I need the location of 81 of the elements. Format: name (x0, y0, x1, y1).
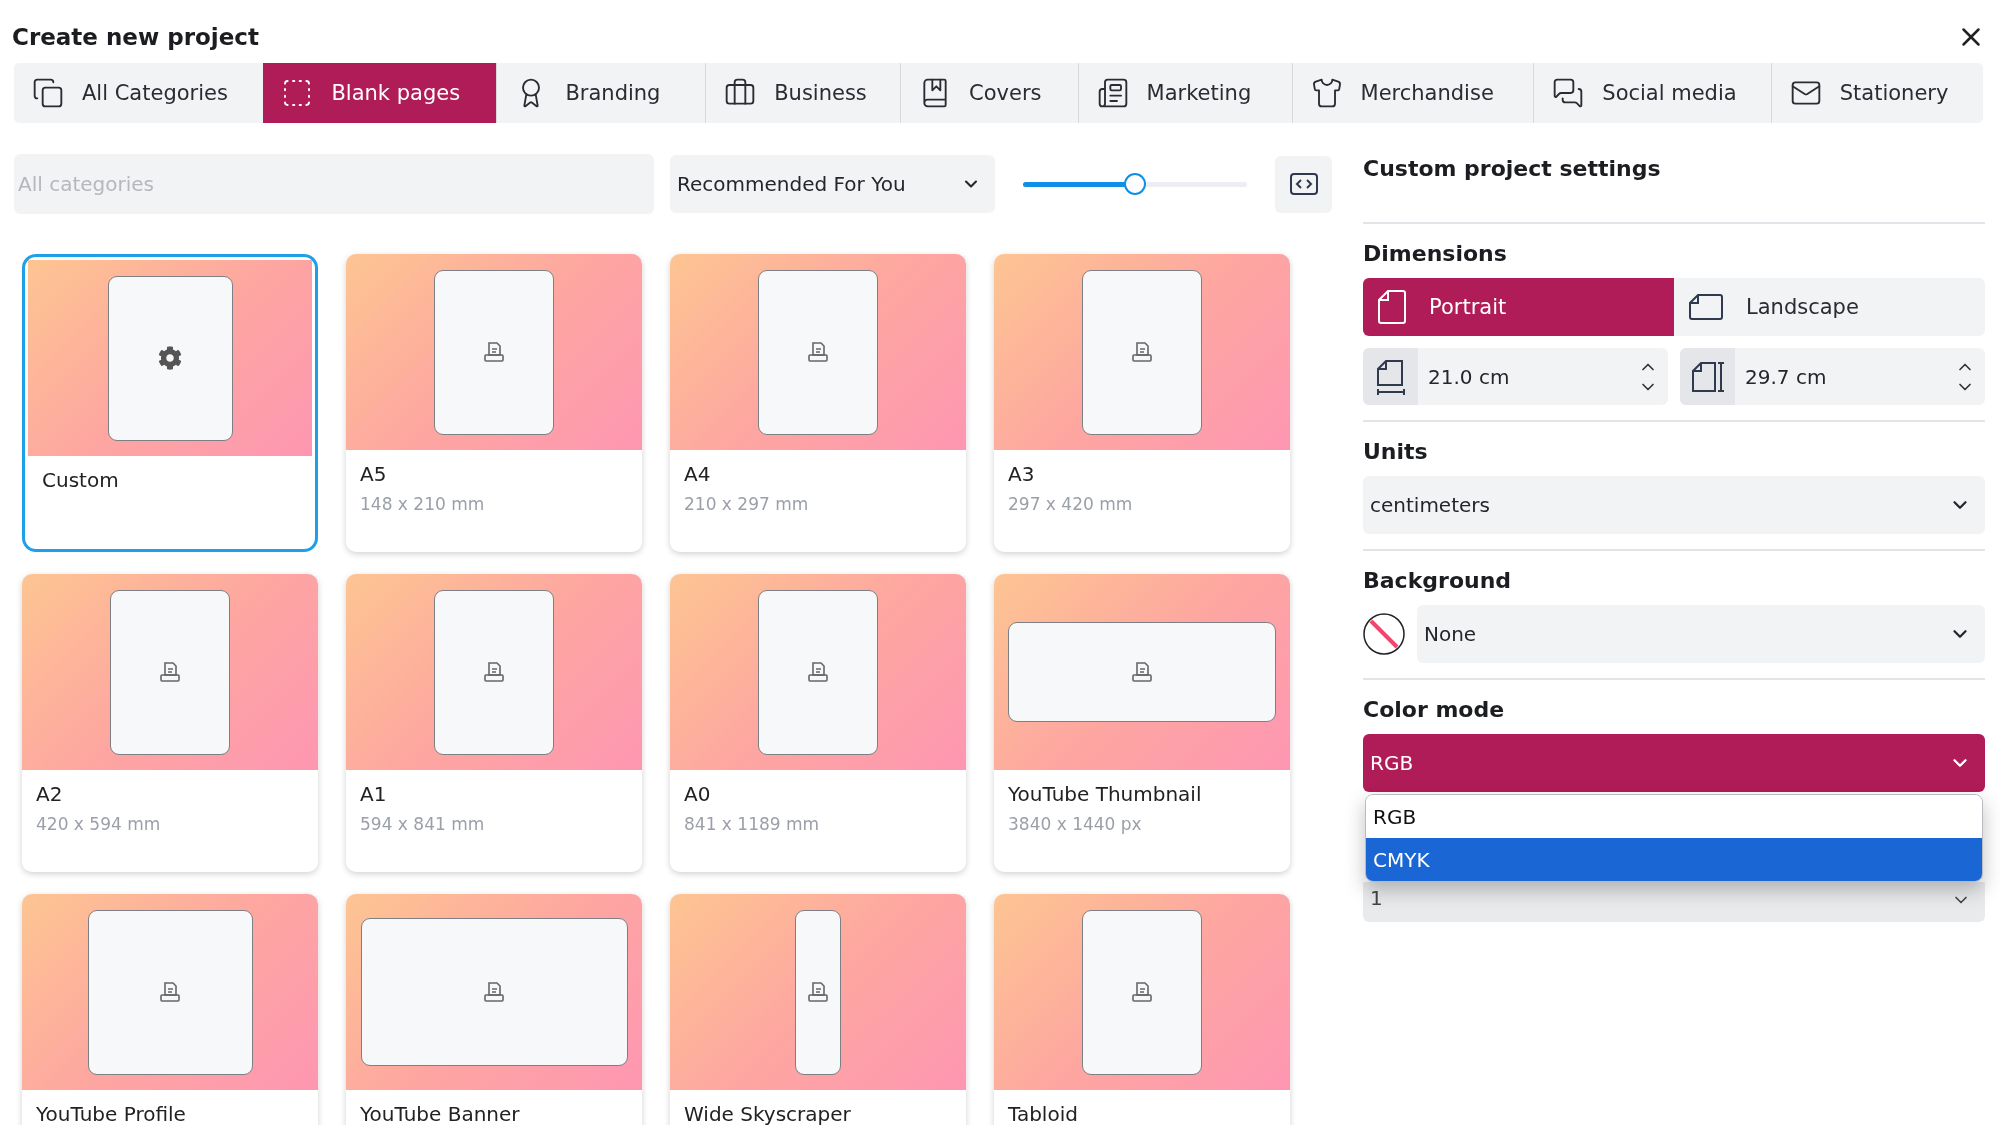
template-name: A2 (35, 781, 64, 806)
template-size: 210 x 297 mm (683, 493, 810, 514)
background-dropdown[interactable]: None (1417, 605, 1985, 663)
template-name: A1 (359, 781, 388, 806)
number-field[interactable]: 1 (1363, 882, 1985, 922)
category-tab[interactable]: Covers (900, 63, 1078, 123)
units-dropdown[interactable]: centimeters (1363, 476, 1985, 534)
template-name: Wide Skyscraper (683, 1101, 852, 1125)
template-name: YouTube Thumbnail (1007, 781, 1203, 806)
template-card[interactable]: A2 420 x 594 mm (22, 574, 318, 872)
document-icon (1131, 981, 1153, 1003)
document-icon (159, 981, 181, 1003)
template-card[interactable]: A5 148 x 210 mm (346, 254, 642, 552)
document-icon (807, 341, 829, 363)
dropdown-option[interactable]: CMYK (1366, 838, 1982, 881)
template-card[interactable]: Wide Skyscraper (670, 894, 966, 1125)
template-size: 297 x 420 mm (1007, 493, 1134, 514)
template-card[interactable]: YouTube Banner (346, 894, 642, 1125)
no-color-swatch-icon[interactable] (1363, 613, 1405, 655)
sort-dropdown[interactable]: Recommended For You (670, 155, 995, 213)
dimension-field[interactable]: 21.0 cm (1363, 348, 1668, 405)
template-card[interactable]: Custom (22, 254, 318, 552)
template-card[interactable]: A4 210 x 297 mm (670, 254, 966, 552)
template-name: A3 (1007, 461, 1036, 486)
dropdown-option[interactable]: RGB (1366, 795, 1982, 838)
document-icon (807, 981, 829, 1003)
document-icon (483, 341, 505, 363)
template-card[interactable]: YouTube Thumbnail 3840 x 1440 px (994, 574, 1290, 872)
template-size: 148 x 210 mm (359, 493, 486, 514)
width-icon (1375, 358, 1406, 395)
category-tab[interactable]: Merchandise (1291, 63, 1534, 123)
category-tab[interactable]: Blank pages (263, 63, 497, 123)
template-card[interactable]: A0 841 x 1189 mm (670, 574, 966, 872)
template-name: Custom (41, 467, 120, 492)
document-icon (1131, 341, 1153, 363)
template-size: 841 x 1189 mm (683, 813, 821, 834)
section-label: Background (1363, 568, 1513, 593)
template-name: A5 (359, 461, 388, 486)
category-tab[interactable]: Branding (496, 63, 706, 123)
document-icon (159, 661, 181, 683)
document-icon (483, 981, 505, 1003)
shirt-icon (1310, 77, 1343, 109)
template-card[interactable]: A1 594 x 841 mm (346, 574, 642, 872)
code-panel-icon (1289, 173, 1318, 195)
panel-toggle-button[interactable] (1275, 155, 1332, 213)
orientation-button[interactable]: Landscape (1674, 278, 1985, 336)
template-card[interactable]: A3 297 x 420 mm (994, 254, 1290, 552)
newspaper-icon (1096, 77, 1129, 109)
dialog-title: Create new project (12, 24, 259, 50)
template-name: YouTube Banner (359, 1101, 521, 1125)
portrait-page-icon (1377, 289, 1407, 325)
template-card[interactable]: Tabloid (994, 894, 1290, 1125)
document-icon (1131, 661, 1153, 683)
zoom-slider[interactable] (1023, 173, 1247, 195)
chat-icon (1552, 77, 1585, 109)
template-name: Tabloid (1007, 1101, 1079, 1125)
template-card[interactable]: YouTube Profile (22, 894, 318, 1125)
template-size: 3840 x 1440 px (1007, 813, 1143, 834)
template-size: 420 x 594 mm (35, 813, 162, 834)
template-name: YouTube Profile (35, 1101, 187, 1125)
panel-title: Custom project settings (1363, 156, 1662, 183)
category-tab[interactable]: Stationery (1770, 63, 1983, 123)
category-tab[interactable]: Business (705, 63, 901, 123)
category-tab[interactable]: All Categories (14, 63, 264, 123)
search-field[interactable]: All categories (14, 154, 654, 214)
orientation-button[interactable]: Portrait (1363, 278, 1674, 336)
gear-icon (158, 346, 182, 370)
document-icon (483, 661, 505, 683)
section-label: Dimensions (1363, 241, 1508, 266)
color-mode-dropdown[interactable]: RGB (1363, 734, 1985, 792)
category-tab[interactable]: Marketing (1077, 63, 1292, 123)
template-size: 594 x 841 mm (359, 813, 486, 834)
document-icon (807, 661, 829, 683)
section-label: Color mode (1363, 697, 1506, 722)
category-tab[interactable]: Social media (1533, 63, 1771, 123)
section-label: Units (1363, 439, 1429, 464)
dimension-field[interactable]: 29.7 cm (1680, 348, 1985, 405)
landscape-page-icon (1688, 292, 1724, 322)
pages-icon (32, 77, 64, 109)
template-name: A0 (683, 781, 712, 806)
template-name: A4 (683, 461, 712, 486)
